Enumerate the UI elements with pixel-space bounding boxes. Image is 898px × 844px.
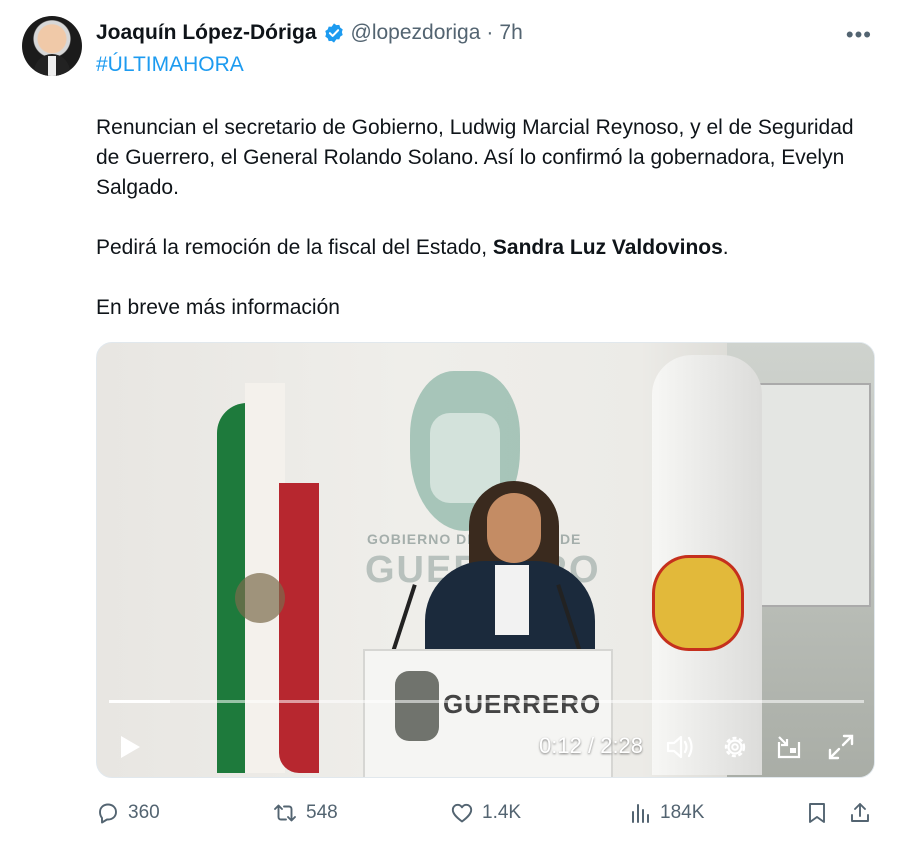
mexican-flag bbox=[217, 363, 319, 773]
speaker-face bbox=[487, 493, 541, 563]
repost-icon bbox=[274, 804, 296, 822]
video-progress-bar[interactable] bbox=[109, 700, 864, 703]
video-current-time: 0:12 bbox=[539, 733, 582, 758]
state-flag bbox=[652, 355, 762, 775]
more-icon[interactable]: ••• bbox=[846, 22, 872, 48]
header-separator: · bbox=[486, 21, 494, 44]
dock-icon[interactable] bbox=[775, 733, 803, 761]
author-name[interactable]: Joaquín López-Dóriga bbox=[96, 21, 317, 45]
like-count: 1.4K bbox=[482, 802, 522, 823]
verified-badge-icon bbox=[324, 23, 343, 43]
podium-text: GUERRERO bbox=[443, 689, 602, 719]
settings-gear-icon[interactable] bbox=[721, 733, 749, 761]
author-handle[interactable]: @lopezdoriga bbox=[351, 21, 481, 45]
tweet-actions-bar: 360 548 1.4K 184K bbox=[96, 797, 876, 829]
play-icon[interactable] bbox=[119, 735, 141, 759]
hashtag-link[interactable]: #ÚLTIMAHORA bbox=[96, 53, 244, 77]
bookmark-icon bbox=[809, 803, 825, 823]
video-time: 0:12 / 2:28 bbox=[539, 733, 643, 759]
tweet-header: Joaquín López-Dóriga @lopezdoriga · 7h bbox=[96, 20, 523, 46]
repost-count: 548 bbox=[306, 802, 338, 823]
video-duration: 2:28 bbox=[600, 733, 644, 758]
flag-crest bbox=[235, 573, 285, 623]
share-button[interactable] bbox=[848, 797, 872, 829]
views-count: 184K bbox=[660, 802, 705, 823]
views-button[interactable]: 184K bbox=[628, 797, 704, 829]
tweet-text-paragraph-2: Pedirá la remoción de la fiscal del Esta… bbox=[96, 233, 856, 263]
author-avatar[interactable] bbox=[22, 16, 82, 76]
share-icon bbox=[851, 803, 869, 822]
reply-count: 360 bbox=[128, 802, 160, 823]
video-controls: 0:12 / 2:28 bbox=[97, 725, 874, 769]
paragraph-2-suffix: . bbox=[722, 236, 729, 259]
repost-button[interactable]: 548 bbox=[272, 797, 338, 829]
views-icon bbox=[632, 804, 649, 823]
reply-icon bbox=[99, 803, 117, 824]
tweet-text-paragraph-3: En breve más información bbox=[96, 296, 340, 319]
like-button[interactable]: 1.4K bbox=[450, 797, 521, 829]
bookmark-button[interactable] bbox=[806, 797, 828, 829]
video-progress-fill bbox=[109, 700, 171, 703]
tweet-text-paragraph-1: Renuncian el secretario de Gobierno, Lud… bbox=[96, 116, 854, 199]
like-icon bbox=[451, 803, 473, 823]
paragraph-2-bold: Sandra Luz Valdovinos bbox=[492, 236, 723, 259]
video-time-separator: / bbox=[587, 733, 595, 758]
video-player[interactable]: GOBIERNO DEL ESTADO DE GUERRERO GUERRERO… bbox=[96, 342, 875, 778]
reply-button[interactable]: 360 bbox=[96, 797, 160, 829]
avatar-shirt bbox=[48, 56, 56, 76]
volume-icon[interactable] bbox=[665, 733, 695, 761]
microphone-left bbox=[391, 584, 417, 652]
paragraph-2-prefix: Pedirá la remoción de la fiscal del Esta… bbox=[96, 236, 493, 259]
speaker-shirt bbox=[495, 565, 529, 635]
fullscreen-icon[interactable] bbox=[827, 733, 855, 761]
state-crest bbox=[652, 555, 744, 651]
tweet-timestamp[interactable]: 7h bbox=[499, 21, 522, 45]
